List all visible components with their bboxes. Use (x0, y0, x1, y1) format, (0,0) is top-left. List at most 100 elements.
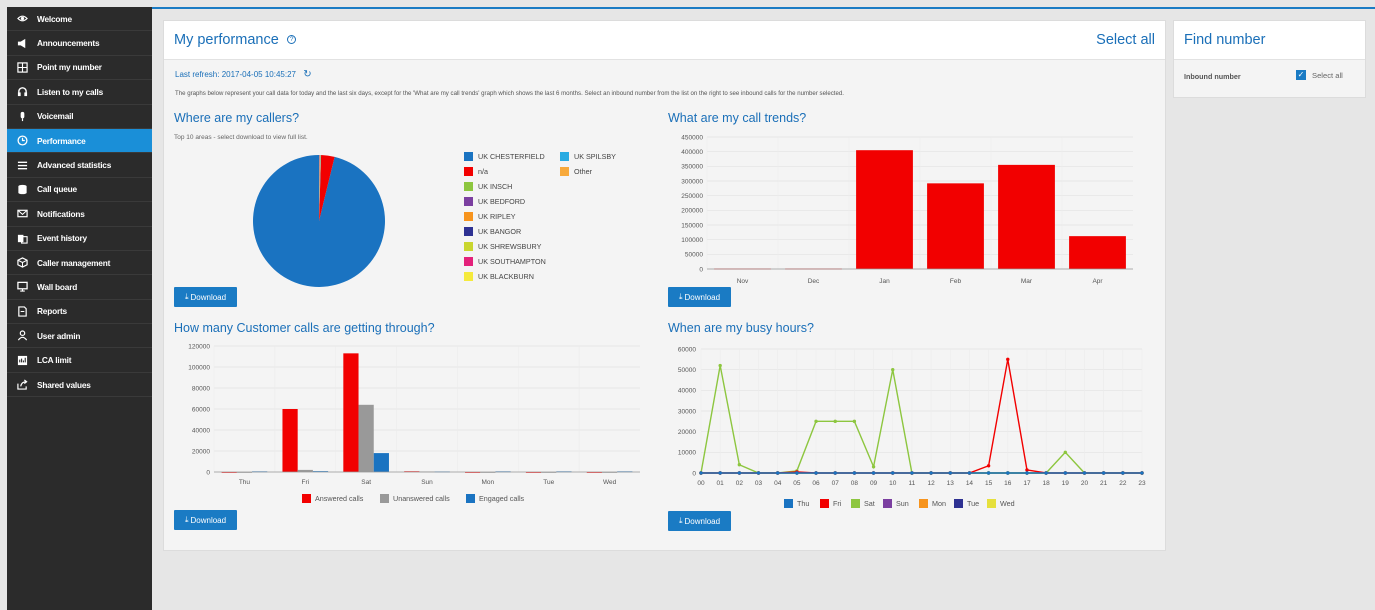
x-tick-label: 04 (774, 480, 782, 487)
legend-swatch (464, 257, 473, 266)
x-tick-label: Wed (603, 479, 617, 486)
sidebar-item-user-admin[interactable]: User admin (7, 324, 152, 349)
x-tick-label: 00 (697, 480, 705, 487)
sidebar-item-lca-limit[interactable]: LCA limit (7, 348, 152, 373)
download-icon: ⤓ (184, 515, 189, 524)
callers-legend-item[interactable]: UK SPILSBY (560, 152, 616, 161)
sidebar-item-call-queue[interactable]: Call queue (7, 178, 152, 203)
x-tick-label: 22 (1119, 480, 1127, 487)
sidebar-item-label: Advanced statistics (37, 160, 112, 171)
callers-download-button[interactable]: ⤓ Download (174, 287, 237, 307)
series-point (891, 367, 895, 372)
envelope-icon (16, 208, 28, 220)
eye-icon (16, 13, 28, 25)
intro-text: The graphs below represent your call dat… (175, 90, 844, 97)
y-tick-label: 10000 (678, 450, 696, 457)
sidebar-item-advanced-statistics[interactable]: Advanced statistics (7, 153, 152, 178)
series-point (1006, 357, 1010, 362)
last-refresh: Last refresh: 2017-04-05 10:45:27 ↻ (175, 69, 312, 80)
series-line (701, 359, 1142, 474)
sidebar-item-welcome[interactable]: Welcome (7, 7, 152, 32)
select-all-checkbox[interactable]: ✓ Select all (1296, 70, 1343, 80)
callers-legend-item[interactable]: UK SHREWSBURY (464, 242, 541, 251)
help-icon[interactable]: ? (287, 35, 297, 45)
callers-legend-item[interactable]: Other (560, 167, 592, 176)
gauge-icon (16, 354, 28, 366)
sidebar-item-label: Shared values (37, 379, 91, 390)
download-icon: ⤓ (184, 292, 189, 301)
series-point (795, 471, 799, 475)
x-tick-label: Nov (737, 278, 749, 285)
series-point (699, 471, 703, 475)
callers-legend-item[interactable]: UK BEDFORD (464, 197, 525, 206)
download-label: Download (684, 516, 721, 526)
trends-title: What are my call trends? (668, 111, 807, 125)
sidebar-item-announcements[interactable]: Announcements (7, 31, 152, 56)
list-icon (16, 159, 28, 171)
sidebar-item-listen-to-my-calls[interactable]: Listen to my calls (7, 80, 152, 105)
busy-download-button[interactable]: ⤓ Download (668, 511, 731, 531)
callers-legend-item[interactable]: UK SOUTHAMPTON (464, 257, 546, 266)
y-tick-label: 0 (699, 266, 703, 273)
legend-label: Unanswered calls (393, 494, 450, 503)
legend-swatch (464, 197, 473, 206)
callers-legend-item[interactable]: n/a (464, 167, 488, 176)
callers-legend-item[interactable]: UK CHESTERFIELD (464, 152, 545, 161)
refresh-icon[interactable]: ↻ (303, 69, 311, 80)
monitor-icon (16, 281, 28, 293)
series-point (1101, 471, 1106, 475)
y-tick-label: 350000 (681, 164, 703, 171)
series-point (1063, 450, 1068, 455)
y-tick-label: 30000 (678, 408, 696, 415)
sidebar-item-wall-board[interactable]: Wall board (7, 275, 152, 300)
sidebar-item-notifications[interactable]: Notifications (7, 202, 152, 227)
y-tick-label: 20000 (192, 448, 210, 455)
headset-icon (16, 86, 28, 98)
series-point (833, 419, 837, 424)
trends-download-button[interactable]: ⤓ Download (668, 287, 731, 307)
trend-bar (927, 183, 984, 269)
call-bar (358, 404, 374, 472)
y-tick-label: 40000 (678, 388, 696, 395)
callers-legend-item[interactable]: UK BANGOR (464, 227, 521, 236)
performance-panel: My performance ? Select all Last refresh… (163, 20, 1166, 551)
callers-legend-item[interactable]: UK INSCH (464, 182, 512, 191)
through-download-button[interactable]: ⤓ Download (174, 510, 237, 530)
sidebar-item-point-my-number[interactable]: Point my number (7, 56, 152, 81)
select-all-link[interactable]: Select all (1096, 32, 1155, 48)
legend-swatch (954, 499, 963, 508)
sidebar-item-label: Event history (37, 233, 87, 244)
checkbox-check-icon: ✓ (1296, 70, 1306, 80)
legend-label: Wed (1000, 499, 1015, 508)
x-tick-label: Jan (879, 278, 890, 285)
y-tick-label: 150000 (681, 222, 703, 229)
legend-swatch (560, 152, 569, 161)
legend-swatch (464, 167, 473, 176)
sidebar-item-label: Voicemail (37, 111, 74, 122)
sidebar-item-shared-values[interactable]: Shared values (7, 373, 152, 398)
series-point (718, 471, 722, 475)
x-tick-label: 06 (812, 480, 820, 487)
sidebar-item-caller-management[interactable]: Caller management (7, 251, 152, 276)
sidebar-item-voicemail[interactable]: Voicemail (7, 105, 152, 129)
y-tick-label: 80000 (192, 385, 210, 392)
series-point (756, 471, 761, 475)
sidebar-item-performance[interactable]: Performance (7, 128, 152, 154)
callers-legend-item[interactable]: UK RIPLEY (464, 212, 516, 221)
legend-label: Answered calls (315, 494, 364, 503)
legend-label: UK SHREWSBURY (478, 242, 542, 251)
legend-swatch (919, 499, 928, 508)
y-tick-label: 200000 (681, 208, 703, 215)
x-tick-label: 20 (1081, 480, 1089, 487)
legend-swatch (464, 182, 473, 191)
busy-title: When are my busy hours? (668, 321, 814, 335)
series-point (891, 471, 895, 475)
x-tick-label: 11 (909, 480, 916, 487)
sidebar-item-event-history[interactable]: Event history (7, 227, 152, 251)
x-tick-label: 12 (927, 480, 935, 487)
trend-bar (856, 150, 913, 269)
call-bar (373, 453, 389, 472)
sidebar-item-reports[interactable]: Reports (7, 300, 152, 325)
x-tick-label: 18 (1043, 480, 1051, 487)
callers-legend-item[interactable]: UK BLACKBURN (464, 272, 534, 281)
